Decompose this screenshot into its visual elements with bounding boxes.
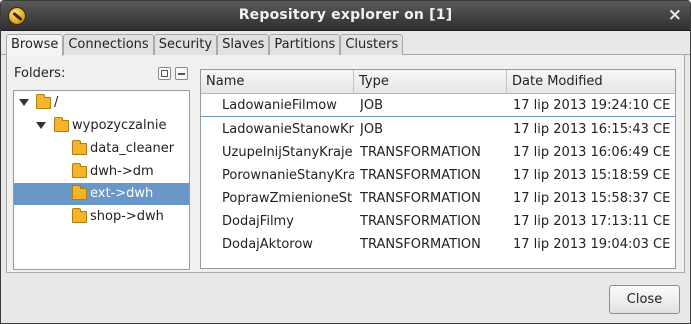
table-row[interactable]: PorownanieStanyKra TRANSFORMATION 17 lip… (201, 164, 675, 187)
cell-name: DodajAktorow (222, 237, 313, 252)
cell-type: TRANSFORMATION (360, 168, 481, 183)
table-row[interactable]: UzupelnijStanyKraje TRANSFORMATION 17 li… (201, 141, 675, 164)
cell-date: 17 lip 2013 15:18:59 CE (513, 168, 671, 183)
table-row[interactable]: DodajAktorow TRANSFORMATION 17 lip 2013 … (201, 233, 675, 256)
repository-explorer-window: Repository explorer on [1] × Browse Conn… (0, 0, 691, 324)
cell-type: TRANSFORMATION (360, 237, 481, 252)
cell-type: JOB (360, 98, 383, 113)
cell-date: 17 lip 2013 16:15:43 CE (513, 122, 671, 137)
collapse-all-icon[interactable] (175, 67, 188, 80)
column-header-date-modified[interactable]: Date Modified (507, 70, 675, 94)
expanded-arrow-icon[interactable] (36, 122, 46, 129)
column-header-name[interactable]: Name (201, 70, 354, 94)
title-bar[interactable]: Repository explorer on [1] × (1, 1, 690, 31)
cell-name: LadowanieFilmow (222, 98, 337, 113)
close-button[interactable]: Close (609, 285, 680, 314)
table-row[interactable]: LadowanieStanowKr JOB 17 lip 2013 16:15:… (201, 118, 675, 141)
folder-icon (72, 163, 87, 178)
cell-date: 17 lip 2013 16:06:49 CE (513, 145, 671, 160)
tree-item-label: ext->dwh (90, 186, 154, 201)
table-row[interactable]: DodajFilmy TRANSFORMATION 17 lip 2013 17… (201, 210, 675, 233)
folder-icon (72, 140, 87, 155)
tree-item-ext-dwh[interactable]: ext->dwh (14, 183, 189, 205)
table-row[interactable]: PoprawZmienioneSt TRANSFORMATION 17 lip … (201, 187, 675, 210)
cell-type: TRANSFORMATION (360, 145, 481, 160)
tree-item-label: data_cleaner (90, 141, 175, 156)
cell-name: DodajFilmy (222, 214, 294, 229)
cell-type: TRANSFORMATION (360, 191, 481, 206)
cell-date: 17 lip 2013 19:24:10 CE (513, 98, 671, 113)
tab-security[interactable]: Security (153, 34, 218, 55)
cell-type: JOB (360, 122, 383, 137)
cell-name: LadowanieStanowKr (222, 122, 354, 137)
tree-item-data-cleaner[interactable]: data_cleaner (14, 138, 189, 160)
tree-item-label: shop->dwh (90, 209, 164, 224)
window-title: Repository explorer on [1] (238, 7, 453, 23)
folder-icon (54, 117, 69, 132)
cell-name: PorownanieStanyKra (222, 168, 354, 183)
tree-item-wypozyczalnie[interactable]: wypozyczalnie (14, 115, 189, 137)
tab-clusters[interactable]: Clusters (340, 34, 404, 55)
column-header-type[interactable]: Type (354, 70, 507, 94)
table-header: Name Type Date Modified (201, 70, 675, 94)
expand-all-icon[interactable] (158, 67, 171, 80)
tree-item-dwh-dm[interactable]: dwh->dm (14, 161, 189, 183)
folders-label: Folders: (14, 66, 66, 81)
close-icon[interactable]: × (668, 6, 682, 24)
table-row[interactable]: LadowanieFilmow JOB 17 lip 2013 19:24:10… (201, 94, 675, 117)
folder-tree: / wypozyczalnie data_cleaner dwh->dm ext… (13, 90, 190, 270)
tree-item-shop-dwh[interactable]: shop->dwh (14, 206, 189, 228)
objects-table: Name Type Date Modified LadowanieFilmow … (200, 69, 676, 269)
folder-icon (72, 185, 87, 200)
tree-item-label: dwh->dm (90, 164, 154, 179)
tab-slaves[interactable]: Slaves (217, 34, 270, 55)
cell-type: TRANSFORMATION (360, 214, 481, 229)
tab-connections[interactable]: Connections (63, 34, 154, 55)
cell-date: 17 lip 2013 15:58:37 CE (513, 191, 671, 206)
cell-name: PoprawZmienioneSt (222, 191, 353, 206)
expanded-arrow-icon[interactable] (19, 99, 29, 106)
tab-bar: Browse Connections Security Slaves Parti… (6, 34, 404, 56)
folder-icon (36, 94, 51, 109)
cell-date: 17 lip 2013 17:13:11 CE (513, 214, 671, 229)
folder-icon (72, 208, 87, 223)
tree-item-label: wypozyczalnie (72, 118, 167, 133)
tree-item-root[interactable]: / (14, 92, 189, 114)
cell-name: UzupelnijStanyKraje (222, 145, 353, 160)
tree-item-label: / (54, 95, 59, 110)
tab-browse[interactable]: Browse (6, 34, 64, 56)
cell-date: 17 lip 2013 19:04:03 CE (513, 237, 671, 252)
tab-partitions[interactable]: Partitions (269, 34, 341, 55)
